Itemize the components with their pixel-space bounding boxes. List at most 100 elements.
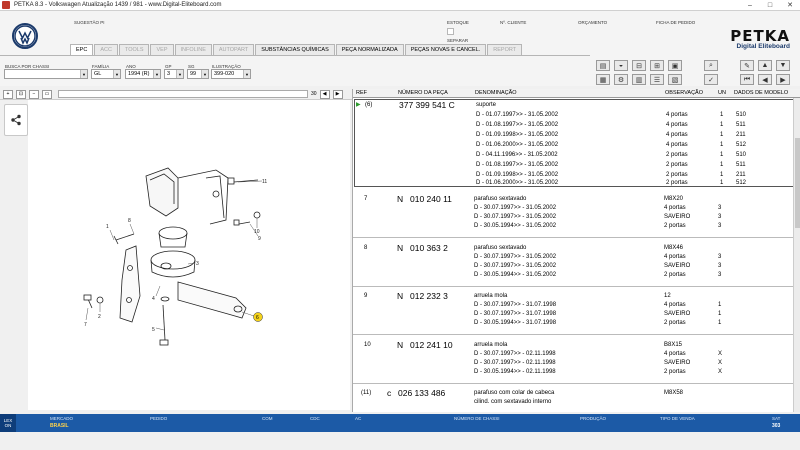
row-model: 211 bbox=[736, 172, 746, 178]
chassi-select[interactable]: ▼ bbox=[4, 69, 88, 79]
tab-report[interactable]: REPORT bbox=[487, 44, 523, 55]
chevron-down-icon: ▼ bbox=[113, 70, 120, 78]
tab-epc[interactable]: EPC bbox=[70, 44, 94, 55]
chevron-down-icon: ▼ bbox=[176, 70, 183, 78]
chassi-status-label: NÚMERO DE CHASSI bbox=[454, 416, 500, 421]
table-row[interactable]: 9 N 012 232 3 arruela mola 12 D - 30.07.… bbox=[353, 291, 793, 332]
ano-select[interactable]: 1994 (R) ▼ bbox=[125, 69, 161, 79]
first-icon: ⏮ bbox=[743, 75, 751, 83]
scrollbar-thumb[interactable] bbox=[795, 138, 800, 228]
table-row-selected[interactable]: ▶ (6) 377 399 541 C suporte D - 01.07.19… bbox=[354, 99, 800, 187]
scroll-right-icon[interactable]: ▶ bbox=[332, 89, 343, 99]
row-un: 1 bbox=[718, 320, 722, 326]
row-un: 1 bbox=[720, 172, 724, 178]
callout-11[interactable]: 11 bbox=[262, 179, 267, 185]
zoom-out-icon[interactable]: − bbox=[29, 89, 39, 99]
close-button[interactable]: ✕ bbox=[780, 0, 800, 11]
gp-value: 3 bbox=[167, 71, 171, 77]
scroll-left-icon[interactable]: ◀ bbox=[319, 89, 330, 99]
first-page-button[interactable]: ⏮ bbox=[740, 74, 754, 85]
row-obs: 4 portas bbox=[666, 112, 688, 118]
gp-select[interactable]: 3 ▼ bbox=[164, 69, 184, 79]
pin-button[interactable]: ✎ bbox=[740, 60, 754, 71]
col-un[interactable]: UN bbox=[718, 90, 726, 96]
row-name: arruela mola bbox=[474, 293, 508, 299]
callout-3[interactable]: 3 bbox=[196, 261, 199, 267]
zoom-in-icon[interactable]: + bbox=[3, 89, 13, 99]
callout-1[interactable]: 1 bbox=[106, 224, 109, 230]
check-button[interactable]: ✓ bbox=[704, 74, 718, 85]
callout-8[interactable]: 8 bbox=[128, 218, 131, 224]
tab-vep[interactable]: VEP bbox=[150, 44, 174, 55]
car-button[interactable]: ◒ bbox=[614, 60, 628, 71]
producao-label: PRODUÇÃO bbox=[580, 416, 607, 421]
cart-button[interactable]: ⊞ bbox=[650, 60, 664, 71]
row-un: 1 bbox=[720, 152, 724, 158]
callout-6[interactable]: 6 bbox=[256, 315, 259, 321]
col-denominacao[interactable]: DENOMINAÇÃO bbox=[475, 90, 517, 96]
prev-page-button[interactable]: ◀ bbox=[758, 74, 772, 85]
next-page-button[interactable]: ▶ bbox=[776, 74, 790, 85]
car-icon: ◒ bbox=[618, 62, 624, 69]
tab-autopart[interactable]: AUTOPART bbox=[212, 44, 255, 55]
share-button[interactable] bbox=[4, 104, 28, 136]
pin-icon: ✎ bbox=[744, 62, 750, 70]
callout-7[interactable]: 7 bbox=[84, 322, 87, 328]
lex-on-badge[interactable]: LEX ON bbox=[0, 414, 16, 432]
sg-select[interactable]: 99 ▼ bbox=[187, 69, 209, 79]
tab-tools[interactable]: TOOLS bbox=[118, 44, 150, 55]
parts-diagram[interactable]: 11 10 9 8 7 3 4 5 2 1 6 bbox=[28, 100, 350, 410]
row-obs: 2 portas bbox=[666, 152, 688, 158]
col-observacao[interactable]: OBSERVAÇÃO bbox=[665, 90, 703, 96]
estoque-checkbox[interactable] bbox=[447, 28, 454, 35]
sat-label: SAT bbox=[772, 416, 781, 421]
col-dados[interactable]: DADOS DE MODELO bbox=[734, 90, 788, 96]
row-model: 510 bbox=[736, 152, 747, 158]
row-obs: SAVEIRO bbox=[664, 311, 691, 317]
callout-9[interactable]: 9 bbox=[258, 236, 261, 242]
tab-infoline[interactable]: INFOLINE bbox=[174, 44, 212, 55]
row-number: 012 241 10 bbox=[410, 340, 453, 350]
table-row[interactable]: 10 N 012 241 10 arruela mola B8X15 D - 3… bbox=[353, 340, 793, 381]
parts-list: REF NÚMERO DA PEÇA DENOMINAÇÃO OBSERVAÇÃ… bbox=[352, 89, 800, 412]
next-button[interactable]: ▼ bbox=[776, 60, 790, 71]
tab-pecas-novas[interactable]: PEÇAS NOVAS E CANCEL. bbox=[404, 44, 487, 55]
row-obs: 2 portas bbox=[666, 172, 688, 178]
callout-10a[interactable]: 10 bbox=[254, 229, 260, 235]
zoom-slider[interactable] bbox=[58, 90, 308, 98]
callout-2[interactable]: 2 bbox=[98, 314, 101, 320]
table-row[interactable]: (11) c 026 133 486 parafuso com colar de… bbox=[353, 388, 793, 412]
row-obs: 2 portas bbox=[666, 180, 688, 186]
row-ref: (6) bbox=[365, 102, 373, 108]
maximize-button[interactable]: □ bbox=[760, 0, 780, 11]
tab-peca-normalizada[interactable]: PEÇA NORMALIZADA bbox=[335, 44, 404, 55]
table-row[interactable]: 7 N 010 240 11 parafuso sextavado M8X20 … bbox=[353, 194, 793, 235]
col-ref[interactable]: REF bbox=[356, 90, 367, 96]
chevron-down-icon: ▼ bbox=[779, 62, 787, 69]
tab-acc[interactable]: ACC bbox=[94, 44, 118, 55]
callout-4[interactable]: 4 bbox=[152, 296, 155, 302]
print-button[interactable]: ▤ bbox=[596, 60, 610, 71]
notes-button[interactable]: ▧ bbox=[668, 74, 682, 85]
grid-button[interactable]: ▥ bbox=[632, 74, 646, 85]
ilustracao-select[interactable]: 399-020 ▼ bbox=[211, 69, 251, 79]
list-icon: ☰ bbox=[653, 76, 661, 84]
familia-select[interactable]: GL ▼ bbox=[91, 69, 121, 79]
col-numero[interactable]: NÚMERO DA PEÇA bbox=[398, 90, 448, 96]
table-row[interactable]: 8 N 010 363 2 parafuso sextavado M8X46 D… bbox=[353, 243, 793, 284]
list-button[interactable]: ☰ bbox=[650, 74, 664, 85]
minimize-button[interactable]: – bbox=[740, 0, 760, 11]
keyboard-button[interactable]: ▦ bbox=[596, 74, 610, 85]
search-button[interactable]: ⌕ bbox=[704, 60, 718, 71]
zoom-area-icon[interactable]: ▭ bbox=[42, 89, 52, 99]
tab-substancias[interactable]: SUBSTÂNCIAS QUÍMICAS bbox=[255, 44, 335, 55]
filter-button[interactable]: ⊟ bbox=[632, 60, 646, 71]
info-button[interactable]: ▣ bbox=[668, 60, 682, 71]
row-divider bbox=[353, 237, 800, 238]
tools-button[interactable]: ⚙ bbox=[614, 74, 628, 85]
row-prefix: N bbox=[397, 194, 404, 204]
zoom-fit-icon[interactable]: ⊡ bbox=[16, 89, 26, 99]
parts-list-scrollbar[interactable] bbox=[793, 98, 800, 412]
previous-button[interactable]: ▲ bbox=[758, 60, 772, 71]
callout-5[interactable]: 5 bbox=[152, 327, 155, 333]
